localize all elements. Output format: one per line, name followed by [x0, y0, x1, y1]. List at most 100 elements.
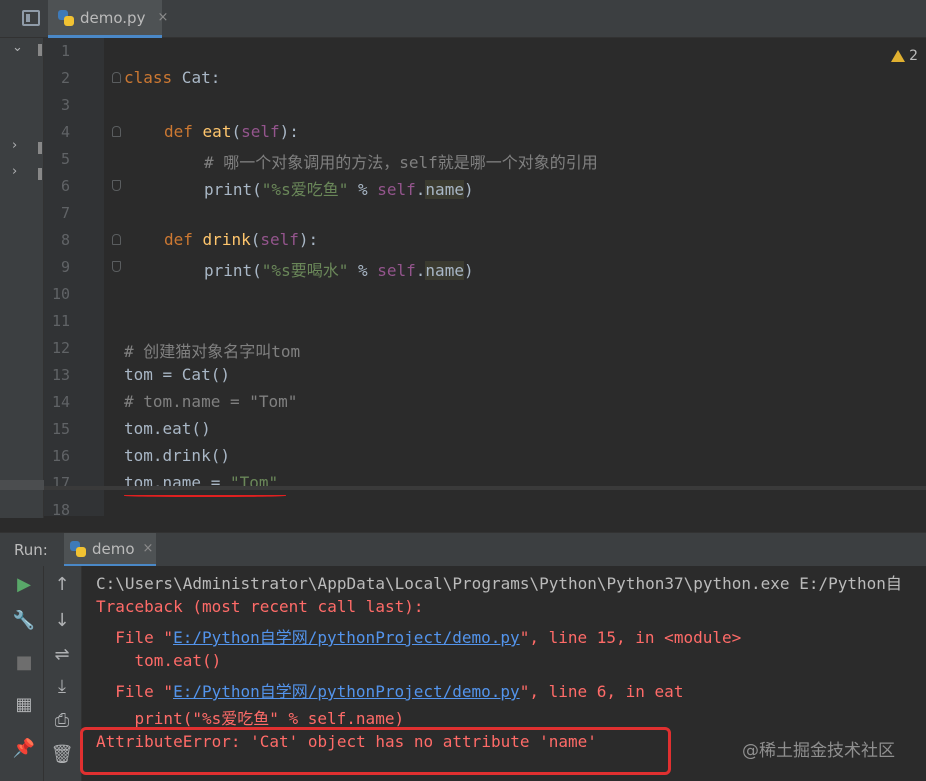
code-line-16: tom.drink() — [124, 446, 230, 465]
project-panel-icon[interactable] — [22, 10, 40, 26]
line-number: 10 — [51, 285, 70, 303]
fold-marker-icon[interactable] — [112, 234, 121, 245]
code-text: ( — [231, 122, 242, 141]
print-icon[interactable]: ⎙ — [50, 708, 74, 732]
line-number: 15 — [51, 420, 70, 438]
code-line-8: def drink(self): — [164, 230, 318, 249]
scroll-to-end-icon[interactable]: ⤓ — [50, 674, 74, 698]
self-param: self — [241, 122, 280, 141]
code-text: ", line 15, in <module> — [519, 628, 742, 647]
red-box-annotation — [80, 727, 671, 775]
tree-item-marker — [38, 142, 42, 154]
fold-marker-icon[interactable] — [112, 72, 121, 83]
tree-item-marker — [38, 168, 42, 180]
code-text: print( — [204, 180, 262, 199]
run-toolbar: ▶ 🔧 ■ ▦ 📌 — [0, 566, 44, 781]
stop-icon[interactable]: ■ — [12, 650, 36, 674]
tab-label: demo.py — [80, 8, 146, 27]
close-tab-icon[interactable]: × — [143, 541, 154, 556]
self-ref: self — [377, 261, 416, 280]
code-line-6: print("%s爱吃鱼" % self.name) — [204, 176, 474, 200]
tab-run-demo[interactable]: demo × — [64, 533, 156, 567]
rerun-icon[interactable]: ▶ — [12, 572, 36, 596]
warning-count: 2 — [909, 48, 918, 64]
code-text: ) — [463, 261, 474, 280]
python-file-icon — [58, 9, 74, 26]
python-file-icon — [70, 540, 86, 557]
chevron-right-icon[interactable]: › — [12, 138, 17, 153]
line-number: 5 — [60, 150, 70, 168]
string-literal: "%s爱吃鱼" — [261, 180, 349, 199]
chevron-right-icon[interactable]: › — [12, 164, 17, 179]
line-number: 6 — [60, 177, 70, 195]
code-text: print( — [204, 261, 262, 280]
fold-marker-icon[interactable] — [112, 261, 121, 272]
pin-icon[interactable]: 📌 — [12, 736, 36, 760]
tree-item-marker — [38, 44, 42, 56]
traceback-code: print("%s爱吃鱼" % self.name) — [96, 709, 405, 728]
keyword: class — [124, 68, 173, 87]
scrollbar[interactable] — [0, 480, 44, 490]
layout-icon[interactable]: ▦ — [12, 692, 36, 716]
line-number: 4 — [60, 123, 70, 141]
run-panel-header: Run: demo × — [0, 532, 926, 567]
code-text: File " — [96, 682, 174, 701]
console-toolbar: ↑ ↓ ⇌ ⤓ ⎙ 🗑 — [44, 566, 82, 781]
run-tab-label: demo — [92, 539, 135, 558]
arrow-up-icon[interactable]: ↑ — [50, 572, 74, 596]
self-param: self — [260, 230, 299, 249]
line-number: 13 — [51, 366, 70, 384]
code-line-9: print("%s要喝水" % self.name) — [204, 257, 474, 281]
code-text: ) — [463, 180, 474, 199]
watermark: @稀土掘金技术社区 — [742, 741, 895, 761]
self-ref: self — [377, 180, 416, 199]
code-text: ): — [279, 122, 299, 141]
tab-demo-py[interactable]: demo.py × — [48, 0, 168, 38]
traceback-file-line: File "E:/Python自学网/pythonProject/demo.py… — [96, 624, 741, 648]
wrench-icon[interactable]: 🔧 — [12, 608, 36, 632]
scrollbar-track[interactable] — [44, 486, 926, 490]
chevron-down-icon[interactable]: ⌄ — [12, 40, 23, 55]
code-line-5-comment: # 哪一个对象调用的方法，self就是哪一个对象的引用 — [204, 153, 598, 172]
fold-marker-icon[interactable] — [112, 126, 121, 137]
inspection-widget[interactable]: 2 — [891, 48, 918, 64]
line-number: 3 — [60, 96, 70, 114]
file-link[interactable]: E:/Python自学网/pythonProject/demo.py — [173, 682, 520, 701]
soft-wrap-icon[interactable]: ⇌ — [50, 642, 74, 666]
traceback-file-line: File "E:/Python自学网/pythonProject/demo.py… — [96, 678, 683, 702]
arrow-down-icon[interactable]: ↓ — [50, 608, 74, 632]
function-name: drink — [202, 230, 251, 249]
file-link[interactable]: E:/Python自学网/pythonProject/demo.py — [173, 628, 520, 647]
code-text: % — [348, 261, 378, 280]
run-label: Run: — [14, 541, 48, 559]
keyword: def — [164, 230, 193, 249]
code-text: ( — [250, 230, 261, 249]
warning-icon — [891, 50, 906, 62]
fold-marker-icon[interactable] — [112, 180, 121, 191]
line-number: 2 — [60, 69, 70, 87]
code-editor[interactable]: 1 2 3 4 5 6 7 8 9 10 11 12 13 14 15 16 1… — [44, 38, 926, 519]
line-number: 7 — [60, 204, 70, 222]
traceback-header: Traceback (most recent call last): — [96, 597, 424, 616]
line-number: 11 — [51, 312, 70, 330]
code-line-13: tom = Cat() — [124, 365, 230, 384]
line-number: 12 — [51, 339, 70, 357]
trash-icon[interactable]: 🗑 — [50, 742, 74, 766]
code-text: . — [415, 180, 426, 199]
keyword: def — [164, 122, 193, 141]
line-number: 14 — [51, 393, 70, 411]
code-text: ", line 6, in eat — [519, 682, 684, 701]
code-text: ): — [298, 230, 319, 249]
code-line-15: tom.eat() — [124, 419, 211, 438]
line-number: 9 — [60, 258, 70, 276]
code-text: . — [415, 261, 426, 280]
attribute-name: name — [425, 180, 464, 199]
project-tree-strip: ⌄ › › — [0, 38, 44, 518]
code-line-12-comment: # 创建猫对象名字叫tom — [124, 342, 301, 361]
code-line-2: class Cat: — [124, 68, 220, 87]
code-line-4: def eat(self): — [164, 122, 299, 141]
editor-tab-bar: demo.py × — [0, 0, 926, 38]
attribute-name: name — [425, 261, 464, 280]
close-tab-icon[interactable]: × — [157, 10, 168, 25]
line-gutter: 1 2 3 4 5 6 7 8 9 10 11 12 13 14 15 16 1… — [44, 38, 104, 519]
